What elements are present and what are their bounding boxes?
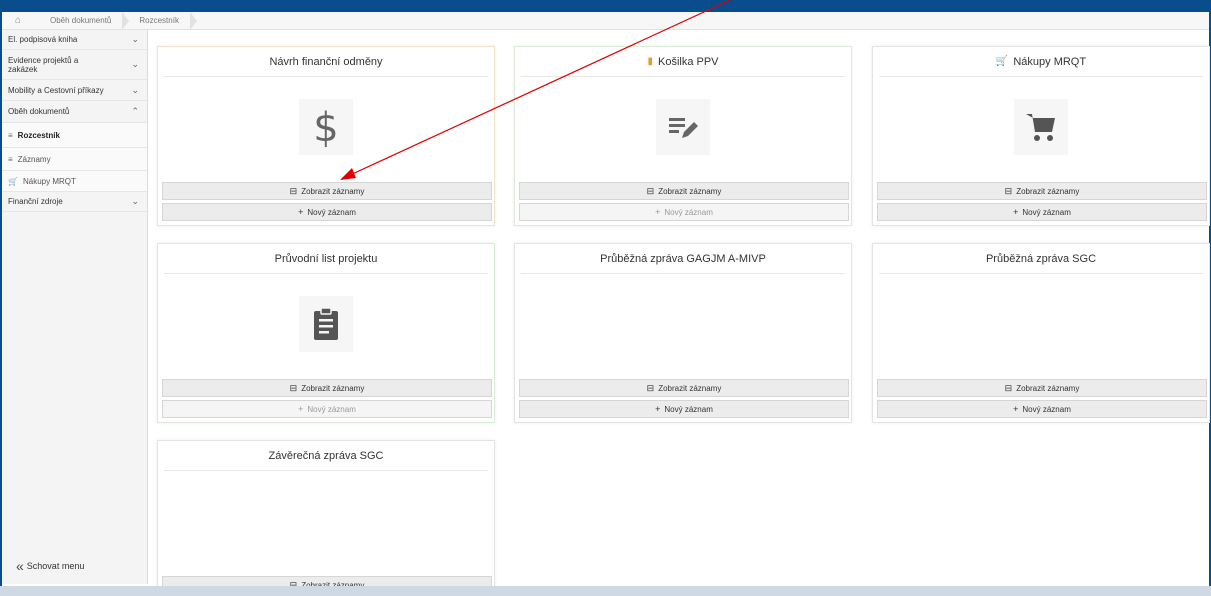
home-icon[interactable]: ⌂ [2, 12, 34, 30]
table-icon: ⊟ [646, 382, 655, 393]
sidebar-item-label: Nákupy MRQT [22, 176, 76, 186]
breadcrumb-item-rozcestnik: Rozcestník [123, 11, 197, 30]
button-label: Zobrazit záznamy [301, 383, 365, 393]
card-pruvodni-list-projektu: Průvodní list projektu ⊟ Zobrazit záznamy… [157, 243, 495, 423]
dollar-icon: $ [299, 99, 353, 155]
svg-text:$: $ [313, 105, 338, 149]
button-label: Nový záznam [307, 404, 356, 414]
button-label: Nový záznam [664, 404, 713, 414]
sidebar-item-label: Záznamy [17, 154, 51, 164]
card-title-text: Závěrečná zpráva SGC [268, 449, 384, 462]
sidebar-item-zaznamy[interactable]: ≡ Záznamy [2, 148, 147, 171]
card-navrh-financni-odmeny: Návrh finanční odměny $ ⊟ Zobrazit záznam… [157, 46, 495, 226]
button-label: Zobrazit záznamy [1016, 383, 1080, 393]
sidebar-item-nakupy-mrqt[interactable]: 🛒 Nákupy MRQT [2, 171, 147, 192]
sidebar-item-label: Oběh dokumentů [8, 107, 70, 116]
chevron-up-icon: ⌃ [131, 106, 139, 116]
button-label: Zobrazit záznamy [301, 186, 365, 196]
show-records-button[interactable]: ⊟ Zobrazit záznamy [162, 182, 492, 200]
button-label: Nový záznam [307, 207, 356, 217]
card-title-text: Průvodní list projektu [274, 252, 378, 265]
table-icon: ⊟ [1004, 185, 1013, 196]
chevron-down-icon: ⌄ [131, 196, 139, 206]
show-records-button[interactable]: ⊟ Zobrazit záznamy [162, 379, 492, 397]
plus-icon: + [1013, 207, 1019, 217]
card-title: Návrh finanční odměny [164, 47, 488, 77]
button-label: Nový záznam [1022, 404, 1071, 414]
plus-icon: + [655, 207, 661, 217]
breadcrumb-item-obeh[interactable]: Oběh dokumentů [34, 11, 130, 30]
chevron-down-icon: ⌄ [131, 59, 139, 69]
button-label: Nový záznam [1022, 207, 1071, 217]
button-label: Nový záznam [664, 207, 713, 217]
sidebar: El. podpisová kniha ⌄ Evidence projektů … [2, 30, 148, 584]
card-title: Průvodní list projektu [164, 244, 488, 274]
card-title-text: Návrh finanční odměny [269, 55, 383, 68]
hide-menu-label: Schovat menu [26, 561, 85, 571]
sidebar-item-label: El. podpisová kniha [8, 35, 78, 44]
new-record-button[interactable]: + Nový záznam [877, 203, 1207, 221]
new-record-button[interactable]: + Nový záznam [519, 400, 849, 418]
chevron-down-icon: ⌄ [131, 84, 139, 95]
table-icon: ⊟ [646, 185, 655, 196]
button-label: Zobrazit záznamy [1016, 186, 1080, 196]
plus-icon: + [655, 404, 661, 414]
cart-icon [1014, 99, 1068, 155]
new-record-button[interactable]: + Nový záznam [877, 400, 1207, 418]
sidebar-item-label: Finanční zdroje [8, 197, 63, 206]
card-prubezna-zprava-sgc: Průběžná zpráva SGC ⊟ Zobrazit záznamy + N… [872, 243, 1210, 423]
show-records-button[interactable]: ⊟ Zobrazit záznamy [877, 182, 1207, 200]
card-title-text: Košilka PPV [657, 55, 719, 68]
sidebar-item-obeh-dokumentu[interactable]: Oběh dokumentů ⌃ [2, 101, 147, 123]
sidebar-item-podpisova-kniha[interactable]: El. podpisová kniha ⌄ [2, 30, 147, 50]
breadcrumb: ⌂ Oběh dokumentů Rozcestník [2, 11, 1209, 30]
scroll-icon: ▮ [647, 56, 653, 67]
card-title-text: Průběžná zpráva SGC [985, 252, 1097, 265]
sidebar-item-evidence-projektu[interactable]: Evidence projektů a zakázek ⌄ [2, 50, 147, 80]
card-kosilka-ppv: ▮ Košilka PPV ⊟ Zobrazit záznamy + Nový záz… [514, 46, 852, 226]
card-prubezna-zprava-gagjm: Průběžná zpráva GAGJM A-MIVP ⊟ Zobrazit z… [514, 243, 852, 423]
plus-icon: + [298, 207, 304, 217]
list-icon: ≡ [8, 130, 13, 140]
card-title-text: Průběžná zpráva GAGJM A-MIVP [600, 252, 766, 265]
sidebar-item-label: Rozcestník [17, 130, 60, 140]
show-records-button[interactable]: ⊟ Zobrazit záznamy [519, 182, 849, 200]
breadcrumb-label: Rozcestník [139, 16, 179, 25]
sidebar-item-label: Evidence projektů a zakázek [8, 55, 79, 74]
new-record-button[interactable]: + Nový záznam [162, 203, 492, 221]
sidebar-item-mobility[interactable]: Mobility a Cestovní příkazy ⌄ [2, 80, 147, 101]
card-title: Závěrečná zpráva SGC [164, 441, 488, 471]
chevron-down-icon: ⌄ [131, 34, 139, 44]
card-zaverecna-zprava-sgc: Závěrečná zpráva SGC ⊟ Zobrazit záznamy [157, 440, 495, 590]
sidebar-item-label: Mobility a Cestovní příkazy [8, 85, 104, 95]
card-title: Průběžná zpráva GAGJM A-MIVP [521, 244, 845, 274]
breadcrumb-label: Oběh dokumentů [50, 16, 112, 25]
card-nakupy-mrqt: 🛒 Nákupy MRQT ⊟ Zobrazit záznamy + Nový záz… [872, 46, 1210, 226]
hide-menu-button[interactable]: « Schovat menu [16, 558, 84, 574]
card-title: ▮ Košilka PPV [521, 47, 845, 77]
clipboard-icon [299, 296, 353, 352]
edit-lines-icon [656, 99, 710, 155]
card-title-text: Nákupy MRQT [1013, 55, 1087, 68]
table-icon: ⊟ [289, 382, 298, 393]
cart-icon: 🛒 [8, 176, 18, 186]
new-record-button[interactable]: + Nový záznam [519, 203, 849, 221]
show-records-button[interactable]: ⊟ Zobrazit záznamy [877, 379, 1207, 397]
double-chevron-left-icon: « [16, 558, 24, 574]
list-icon: ≡ [8, 154, 13, 164]
new-record-button[interactable]: + Nový záznam [162, 400, 492, 418]
cart-icon: 🛒 [995, 56, 1009, 67]
show-records-button[interactable]: ⊟ Zobrazit záznamy [519, 379, 849, 397]
table-icon: ⊟ [289, 185, 298, 196]
button-label: Zobrazit záznamy [658, 383, 722, 393]
plus-icon: + [1013, 404, 1019, 414]
sidebar-item-rozcestnik[interactable]: ≡ Rozcestník [2, 123, 147, 148]
button-label: Zobrazit záznamy [658, 186, 722, 196]
table-icon: ⊟ [1004, 382, 1013, 393]
plus-icon: + [298, 404, 304, 414]
card-title: 🛒 Nákupy MRQT [879, 47, 1203, 77]
os-taskbar [0, 586, 1211, 596]
sidebar-item-financni-zdroje[interactable]: Finanční zdroje ⌄ [2, 192, 147, 212]
card-title: Průběžná zpráva SGC [879, 244, 1203, 274]
